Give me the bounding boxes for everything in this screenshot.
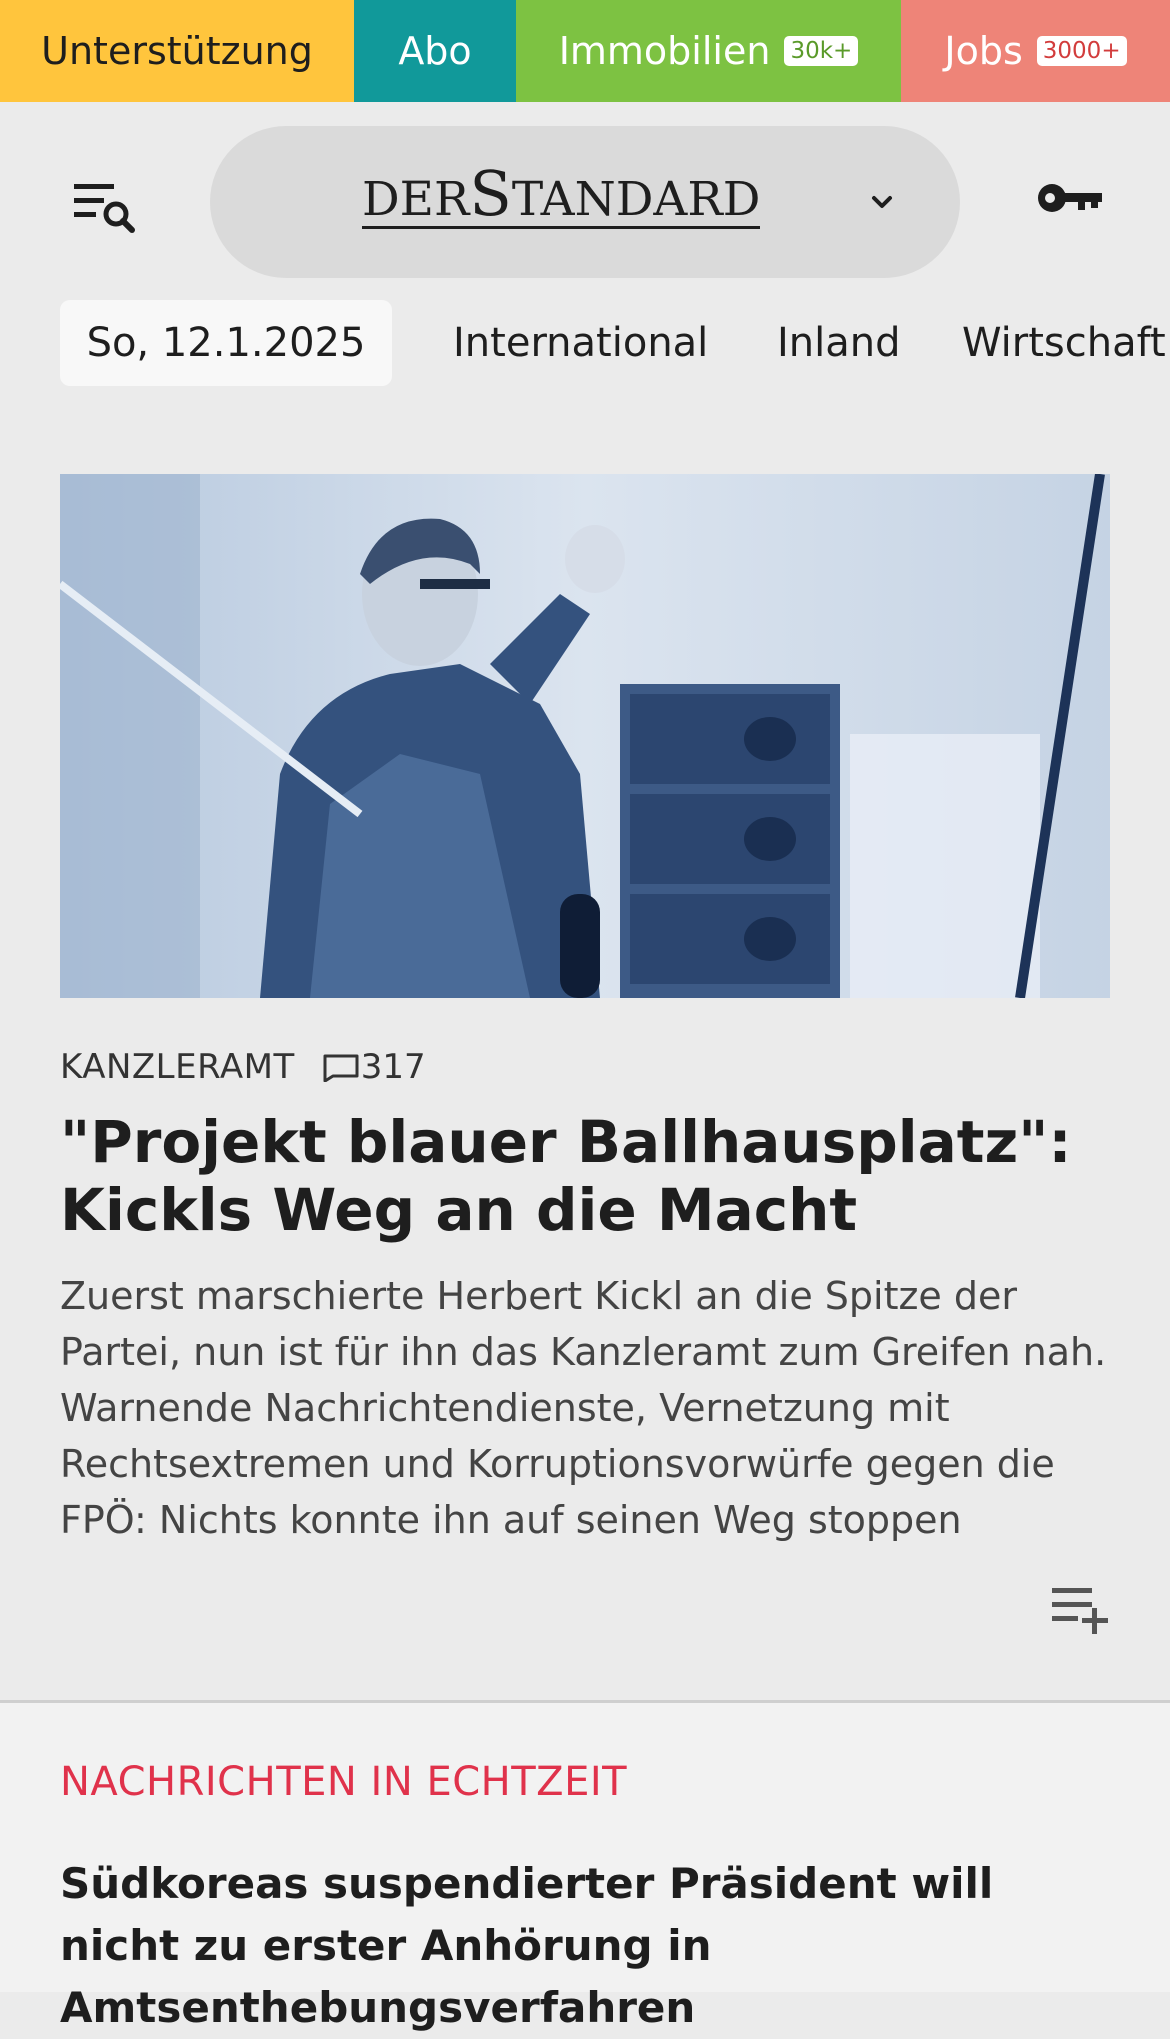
nav-item-wirtschaft[interactable]: Wirtschaft xyxy=(962,300,1166,386)
playlist-add-icon xyxy=(1052,1588,1108,1634)
key-icon xyxy=(1038,184,1102,212)
comment-icon xyxy=(323,1054,359,1082)
live-news-title[interactable]: NACHRICHTEN IN ECHTZEIT xyxy=(60,1759,627,1805)
abo-label: Abo xyxy=(398,29,472,73)
menu-search-button[interactable] xyxy=(72,180,138,240)
support-label: Unterstützung xyxy=(41,29,313,73)
site-header: DERSTANDARD xyxy=(0,102,1170,290)
top-service-bar: Unterstützung Abo Immobilien 30k+ Jobs 3… xyxy=(0,0,1170,102)
add-to-reading-list-button[interactable] xyxy=(1048,1584,1112,1636)
hero-photo xyxy=(60,474,1110,998)
comment-link[interactable]: 317 xyxy=(321,1047,426,1087)
section-navigation: So, 12.1.2025 International Inland Wirts… xyxy=(0,300,1170,388)
menu-search-icon xyxy=(74,184,135,233)
brand-switcher[interactable]: DERSTANDARD xyxy=(210,126,960,278)
hero-image[interactable] xyxy=(60,474,1110,998)
abo-link[interactable]: Abo xyxy=(354,0,516,102)
current-date: So, 12.1.2025 xyxy=(60,300,392,386)
article-kicker[interactable]: KANZLERAMT xyxy=(60,1047,295,1087)
nav-item-international[interactable]: International xyxy=(453,300,708,386)
support-link[interactable]: Unterstützung xyxy=(0,0,354,102)
chevron-down-icon xyxy=(872,196,892,208)
jobs-label: Jobs xyxy=(944,29,1023,73)
immobilien-link[interactable]: Immobilien 30k+ xyxy=(516,0,901,102)
live-news-section: NACHRICHTEN IN ECHTZEIT Südkoreas suspen… xyxy=(0,1700,1170,2032)
logo-part-der: DER xyxy=(362,172,470,227)
jobs-link[interactable]: Jobs 3000+ xyxy=(901,0,1170,102)
article-teaser[interactable]: Zuerst marschierte Herbert Kickl an die … xyxy=(60,1268,1130,1548)
logo-part-s: S xyxy=(469,157,512,230)
comment-count: 317 xyxy=(360,1047,426,1087)
logo-part-tandard: TANDARD xyxy=(511,172,761,227)
live-news-headline[interactable]: Südkoreas suspendierter Präsident will n… xyxy=(60,1853,1120,2039)
nav-item-inland[interactable]: Inland xyxy=(777,300,901,386)
article-headline[interactable]: "Projekt blauer Ballhausplatz": Kickls W… xyxy=(60,1108,1120,1244)
login-button[interactable] xyxy=(1036,176,1104,220)
jobs-count-badge: 3000+ xyxy=(1036,36,1127,66)
immobilien-count-badge: 30k+ xyxy=(784,36,859,66)
immobilien-label: Immobilien xyxy=(558,29,771,73)
derstandard-logo: DERSTANDARD xyxy=(362,163,761,229)
article-meta: KANZLERAMT 317 xyxy=(60,1042,426,1092)
